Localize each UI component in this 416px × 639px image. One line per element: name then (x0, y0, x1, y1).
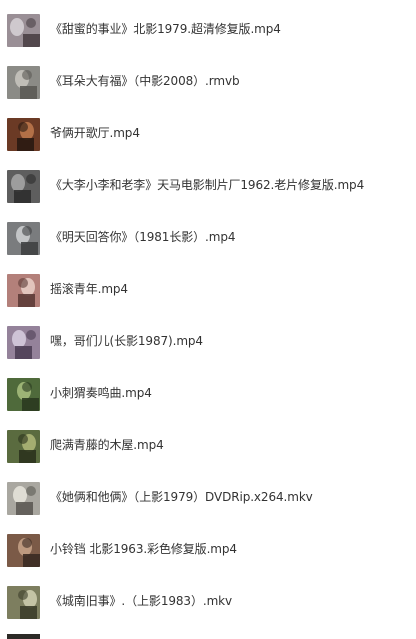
file-row[interactable]: 摇滚青年.mp4 (0, 264, 416, 316)
video-thumbnail-icon[interactable] (7, 430, 40, 463)
file-row[interactable]: 小铃铛 北影1963.彩色修复版.mp4 (0, 524, 416, 576)
file-row[interactable]: 《甜蜜的事业》北影1979.超清修复版.mp4 (0, 4, 416, 56)
video-thumbnail-icon[interactable] (7, 66, 40, 99)
video-thumbnail-icon[interactable] (7, 14, 40, 47)
file-row[interactable]: 《明天回答你》（1981长影）.mp4 (0, 212, 416, 264)
file-row[interactable]: 嘿，哥们儿(长影1987).mp4 (0, 316, 416, 368)
file-name[interactable]: 《她俩和他俩》（上影1979）DVDRip.x264.mkv (50, 490, 313, 505)
file-row[interactable]: 小刺猬奏鸣曲.mp4 (0, 368, 416, 420)
video-thumbnail-icon[interactable] (7, 586, 40, 619)
file-row[interactable]: 《城南旧事》.（上影1983）.mkv (0, 576, 416, 628)
file-name[interactable]: 《城南旧事》.（上影1983）.mkv (50, 594, 232, 609)
file-name[interactable]: 《明天回答你》（1981长影）.mp4 (50, 230, 236, 245)
file-name[interactable]: 摇滚青年.mp4 (50, 282, 128, 297)
file-name[interactable]: 《甜蜜的事业》北影1979.超清修复版.mp4 (50, 22, 281, 37)
file-name[interactable]: 爬满青藤的木屋.mp4 (50, 438, 164, 453)
file-row[interactable]: 《耳朵大有福》（中影2008）.rmvb (0, 56, 416, 108)
file-name[interactable]: 《耳朵大有福》（中影2008）.rmvb (50, 74, 240, 89)
file-name[interactable]: 《大李小李和老李》天马电影制片厂1962.老片修复版.mp4 (50, 178, 364, 193)
file-row[interactable]: 《她俩和他俩》（上影1979）DVDRip.x264.mkv (0, 472, 416, 524)
file-row[interactable]: 爬满青藤的木屋.mp4 (0, 420, 416, 472)
video-thumbnail-icon[interactable] (7, 118, 40, 151)
file-row[interactable]: 爷俩开歌厅.mp4 (0, 108, 416, 160)
video-thumbnail-icon[interactable] (7, 378, 40, 411)
file-name[interactable]: 嘿，哥们儿(长影1987).mp4 (50, 334, 203, 349)
video-thumbnail-icon[interactable] (7, 274, 40, 307)
video-thumbnail-icon[interactable] (7, 634, 40, 639)
file-name[interactable]: 小铃铛 北影1963.彩色修复版.mp4 (50, 542, 237, 557)
file-name[interactable]: 小刺猬奏鸣曲.mp4 (50, 386, 152, 401)
video-thumbnail-icon[interactable] (7, 326, 40, 359)
file-list: 《甜蜜的事业》北影1979.超清修复版.mp4 《耳朵大有福》（中影2008）.r… (0, 4, 416, 628)
video-thumbnail-icon[interactable] (7, 222, 40, 255)
video-thumbnail-icon[interactable] (7, 534, 40, 567)
video-thumbnail-icon[interactable] (7, 170, 40, 203)
file-row[interactable]: 《大李小李和老李》天马电影制片厂1962.老片修复版.mp4 (0, 160, 416, 212)
file-name[interactable]: 爷俩开歌厅.mp4 (50, 126, 140, 141)
video-thumbnail-icon[interactable] (7, 482, 40, 515)
